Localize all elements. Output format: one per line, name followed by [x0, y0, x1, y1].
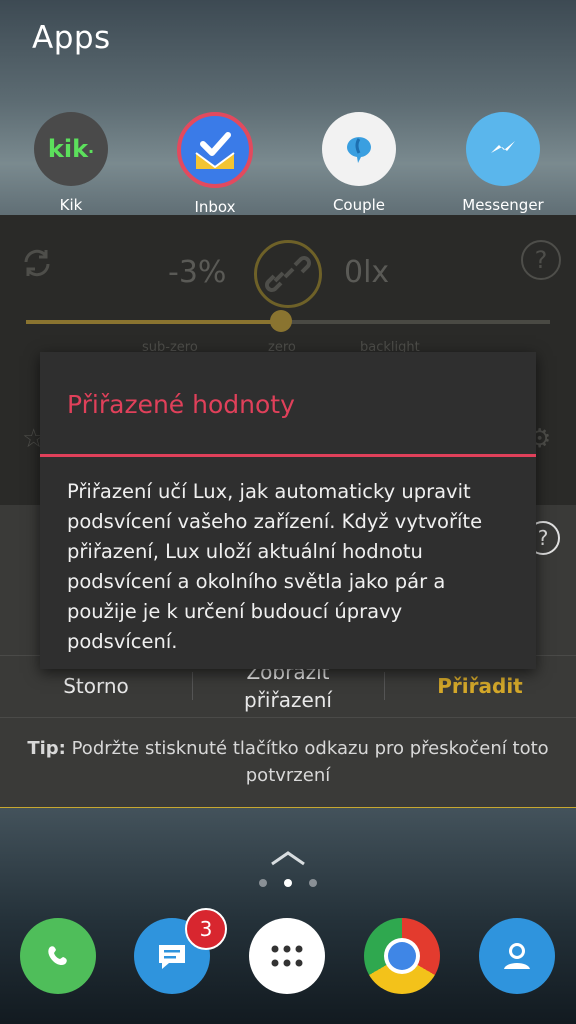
phone-button[interactable]	[20, 918, 96, 994]
app-inbox[interactable]: Inbox	[155, 112, 275, 216]
app-label: Messenger	[462, 196, 544, 214]
page-dot	[309, 879, 317, 887]
sync-icon[interactable]	[18, 244, 56, 286]
inbox-icon	[177, 112, 253, 188]
apps-title: Apps	[32, 20, 111, 56]
app-label: Couple	[332, 196, 386, 214]
app-messenger[interactable]: Messenger	[443, 112, 563, 214]
page-dot-active	[284, 879, 292, 887]
contacts-button[interactable]	[479, 918, 555, 994]
app-drawer-button[interactable]	[249, 918, 325, 994]
dialog-body: Přiřazení učí Lux, jak automaticky uprav…	[67, 480, 483, 653]
divider	[0, 717, 576, 718]
app-label: Inbox	[194, 198, 236, 216]
app-kik[interactable]: kik· Kik	[11, 112, 131, 214]
chevron-up-icon[interactable]	[270, 850, 306, 870]
messages-icon	[159, 945, 185, 969]
phone-icon	[48, 946, 67, 966]
backlight-slider-fill	[26, 320, 281, 324]
page-dot	[259, 879, 267, 887]
notification-badge: 3	[185, 908, 227, 950]
app-label: Kik	[59, 196, 83, 214]
lux-value: 0lx	[344, 255, 390, 290]
dialog-title-divider	[40, 454, 536, 457]
app-drawer-icon	[271, 945, 303, 967]
link-icon[interactable]	[254, 240, 322, 308]
backlight-slider-handle[interactable]	[270, 310, 292, 332]
contacts-icon	[504, 943, 530, 969]
kik-icon: kik·	[34, 112, 108, 186]
chrome-icon	[384, 938, 420, 974]
chrome-button[interactable]	[364, 918, 440, 994]
help-icon[interactable]: ?	[521, 240, 561, 280]
couple-icon	[322, 112, 396, 186]
tip-text: Tip: Podržte stisknuté tlačítko odkazu p…	[27, 738, 549, 786]
assigned-values-dialog: Přiřazené hodnoty Přiřazení učí Lux, jak…	[40, 352, 536, 669]
dialog-title: Přiřazené hodnoty	[67, 390, 295, 419]
app-couple[interactable]: Couple	[299, 112, 419, 214]
brightness-value: -3%	[168, 255, 227, 290]
messenger-icon	[466, 112, 540, 186]
